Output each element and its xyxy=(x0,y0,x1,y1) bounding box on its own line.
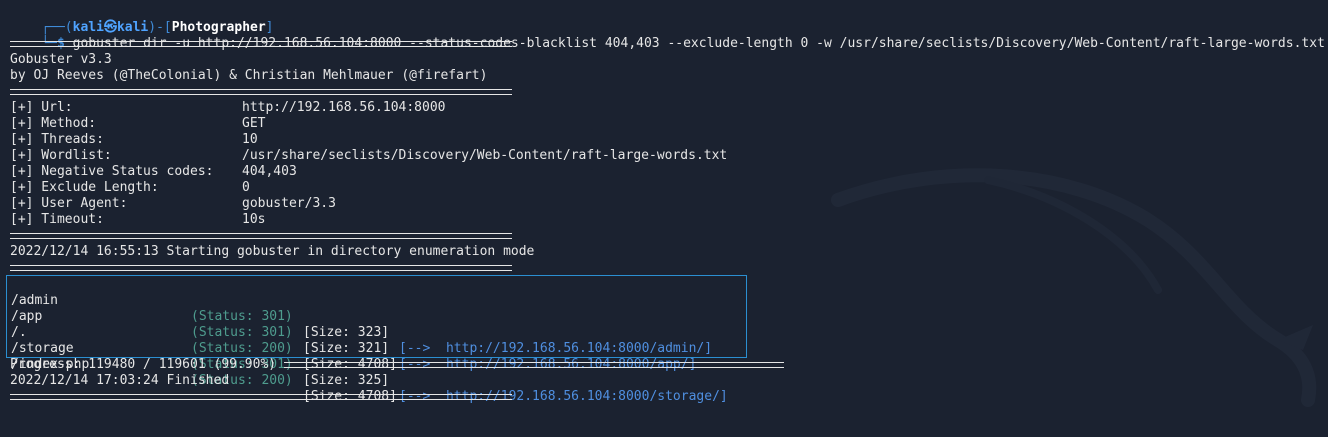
config-row: [+] Negative Status codes: xyxy=(10,164,214,180)
results-highlight-box: /admin (Status: 301) [Size: 323] [--> ht… xyxy=(6,275,747,404)
config-label: [+] Threads: xyxy=(10,132,104,147)
config-label: [+] User Agent: xyxy=(10,196,128,211)
config-row: [+] Url: xyxy=(10,100,73,116)
config-value: 10 xyxy=(242,132,258,147)
kali-dragon-watermark-icon xyxy=(831,168,1317,407)
terminal-window[interactable]: ┌──(kali㉿kali)-[Photographer] └─$ gobust… xyxy=(0,0,1328,407)
config-value: GET xyxy=(242,116,266,131)
result-row[interactable]: /index-php (Status: 200) [Size: 4708] xyxy=(11,341,741,404)
separator-line xyxy=(10,89,512,95)
prompt-line: ┌──(kali㉿kali)-[Photographer] xyxy=(10,4,273,35)
config-value: 10s xyxy=(242,212,266,227)
config-row: [+] Method: xyxy=(10,116,96,132)
finished-message: 2022/12/14 17:03:24 Finished xyxy=(10,373,230,388)
config-row: [+] Wordlist: xyxy=(10,148,112,164)
result-size: [Size: 325] xyxy=(303,373,390,388)
result-row[interactable]: /storage (Status: 301) [Size: 325] [--> … xyxy=(11,325,741,404)
config-row: [+] Threads: xyxy=(10,132,104,148)
config-value: gobuster/3.3 xyxy=(242,196,336,211)
config-label: [+] Wordlist: xyxy=(10,148,112,163)
config-label: [+] Exclude Length: xyxy=(10,180,159,195)
config-row: [+] User Agent: xyxy=(10,196,127,212)
progress-text: Progress: 119480 / 119601 (99.90%) xyxy=(10,357,277,372)
config-value: 0 xyxy=(242,180,250,195)
config-label: [+] Method: xyxy=(10,116,97,131)
result-row[interactable]: /app (Status: 301) [Size: 321] [--> http… xyxy=(11,293,741,372)
separator-line xyxy=(10,41,512,47)
config-value: /usr/share/seclists/Discovery/Web-Conten… xyxy=(242,148,728,163)
result-row[interactable]: /admin (Status: 301) [Size: 323] [--> ht… xyxy=(11,277,741,356)
banner-authors: by OJ Reeves (@TheColonial) & Christian … xyxy=(10,68,488,83)
separator-line xyxy=(10,233,512,239)
config-row: [+] Timeout: xyxy=(10,212,104,228)
separator-line xyxy=(10,394,512,400)
config-value: 404,403 xyxy=(242,164,297,179)
config-label: [+] Url: xyxy=(10,100,73,115)
config-value: http://192.168.56.104:8000 xyxy=(242,100,446,115)
progress-separator-line xyxy=(284,362,784,368)
config-row: [+] Exclude Length: xyxy=(10,180,159,196)
separator-line xyxy=(10,265,512,271)
result-row[interactable]: /. (Status: 200) [Size: 4708] xyxy=(11,309,741,372)
banner-version: Gobuster v3.3 xyxy=(10,52,112,67)
config-label: [+] Timeout: xyxy=(10,212,104,227)
config-label: [+] Negative Status codes: xyxy=(10,164,214,179)
command-line[interactable]: └─$ gobuster dir -u http://192.168.56.10… xyxy=(10,20,1325,51)
start-message: 2022/12/14 16:55:13 Starting gobuster in… xyxy=(10,244,535,259)
